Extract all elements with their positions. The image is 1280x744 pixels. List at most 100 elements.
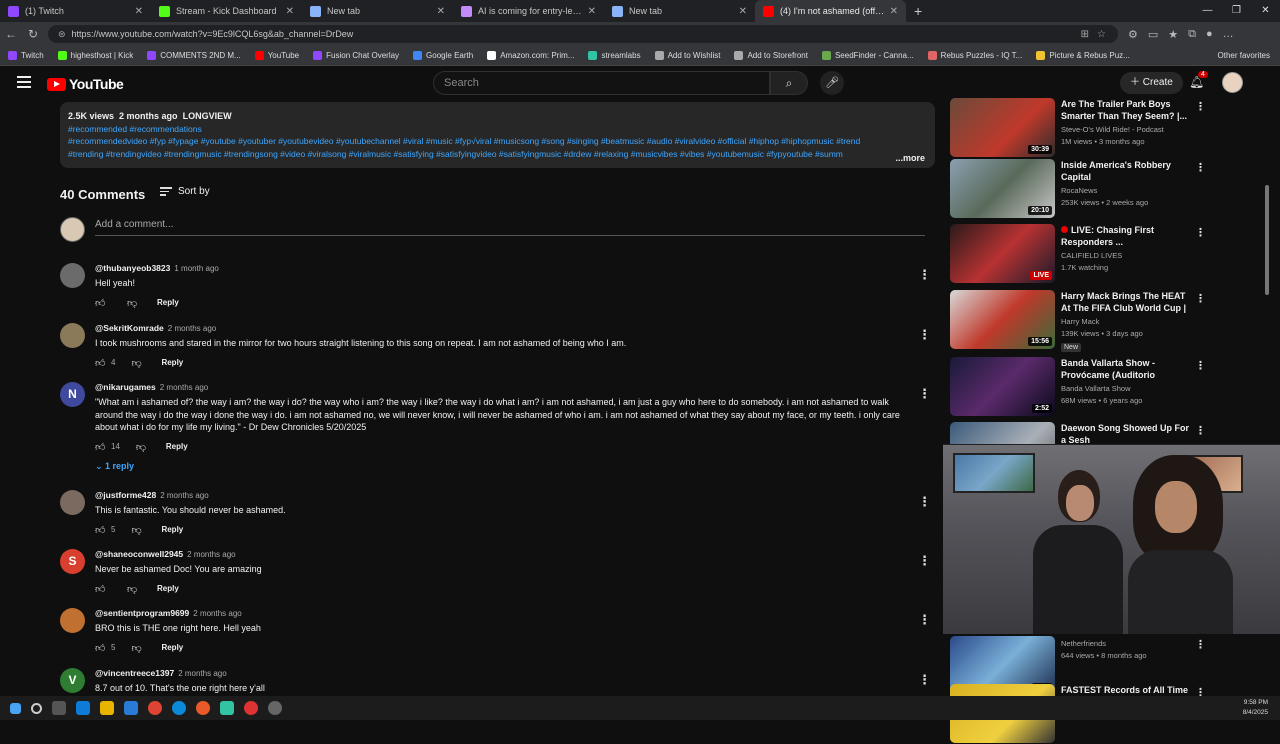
video-title[interactable]: Are The Trailer Park Boys Smarter Than T… [1061, 98, 1191, 122]
video-menu-icon[interactable]: ⋮ [1195, 638, 1206, 651]
apps-icon[interactable]: ⊞ [1081, 29, 1097, 40]
video-menu-icon[interactable]: ⋮ [1195, 226, 1206, 239]
channel-name[interactable]: CALIFIELD LIVES [1061, 251, 1191, 260]
video-title[interactable]: Banda Vallarta Show - Provócame (Auditor… [1061, 357, 1191, 381]
youtube-logo[interactable]: YouTube [47, 76, 124, 92]
video-title[interactable]: LIVE: Chasing First Responders ... [1061, 224, 1191, 248]
task-view-icon[interactable] [52, 701, 66, 715]
browser-tab[interactable]: New tab ✕ [302, 0, 453, 22]
browser-tab[interactable]: Stream - Kick Dashboard ✕ [151, 0, 302, 22]
video-menu-icon[interactable]: ⋮ [1195, 424, 1206, 437]
add-comment-input[interactable]: Add a comment... [95, 219, 925, 236]
reply-button[interactable]: Reply [161, 358, 183, 367]
thumbs-down-icon[interactable]: 👎︎ [136, 441, 150, 453]
microphone-icon[interactable]: 🎤︎ [820, 71, 844, 95]
maximize-icon[interactable]: ❐ [1222, 0, 1251, 22]
comment-menu-icon[interactable]: ⋮ [918, 553, 931, 569]
comment-menu-icon[interactable]: ⋮ [918, 267, 931, 283]
reply-button[interactable]: Reply [157, 298, 179, 307]
browser-menu-icon[interactable]: … [1223, 28, 1234, 41]
channel-name[interactable]: RocaNews [1061, 186, 1191, 195]
commenter-avatar[interactable] [60, 490, 85, 515]
reply-button[interactable]: Reply [161, 643, 183, 652]
channel-name[interactable]: Steve-O's Wild Ride! - Podcast [1061, 125, 1191, 134]
browser-tab[interactable]: (4) I'm not ashamed (official... ✕ [755, 0, 906, 22]
bookmark-item[interactable]: Twitch [8, 51, 44, 60]
browser-tab[interactable]: AI is coming for entry-level jobs... ✕ [453, 0, 604, 22]
create-button[interactable]: ＋ Create [1120, 72, 1183, 94]
video-thumbnail[interactable]: 20:10 [950, 159, 1055, 218]
browser-tab[interactable]: New tab ✕ [604, 0, 755, 22]
commenter-avatar[interactable] [60, 323, 85, 348]
video-description[interactable]: 2.5K views 2 months ago LONGVIEW #recomm… [60, 102, 935, 168]
search-icon[interactable] [31, 702, 42, 714]
thumbs-down-icon[interactable]: 👎︎ [131, 642, 145, 654]
video-menu-icon[interactable]: ⋮ [1195, 100, 1206, 113]
reload-icon[interactable]: ↻ [22, 27, 44, 41]
bookmark-item[interactable]: Picture & Rebus Puz... [1036, 51, 1130, 60]
recommended-video[interactable]: 2:52 Banda Vallarta Show - Provócame (Au… [950, 357, 1210, 417]
hashtag-line-2[interactable]: #recommendedvideo #fyp #fypage #youtube … [68, 135, 927, 148]
file-explorer-icon[interactable] [100, 701, 114, 715]
channel-name[interactable]: Harry Mack [1061, 317, 1191, 326]
commenter-handle[interactable]: @thubanyeob3823 [95, 263, 170, 273]
video-thumbnail[interactable]: 15:56 [950, 290, 1055, 349]
bookmark-item[interactable]: COMMENTS 2ND M... [147, 51, 241, 60]
thumbs-down-icon[interactable]: 👎︎ [127, 583, 141, 595]
thumbs-up-icon[interactable]: 👍︎ [95, 642, 109, 654]
new-tab-button[interactable]: + [906, 3, 930, 19]
comment-menu-icon[interactable]: ⋮ [918, 612, 931, 628]
app-icon[interactable] [244, 701, 258, 715]
search-icon[interactable]: ⌕ [770, 71, 808, 95]
thumbs-up-icon[interactable]: 👍︎ [95, 357, 109, 369]
other-favorites[interactable]: Other favorites [1218, 51, 1270, 60]
video-thumbnail[interactable]: 30:39 [950, 98, 1055, 157]
bookmark-item[interactable]: Google Earth [413, 51, 473, 60]
comment-menu-icon[interactable]: ⋮ [918, 386, 931, 402]
bookmark-item[interactable]: Add to Wishlist [654, 51, 720, 60]
recommended-video[interactable]: 30:39 Are The Trailer Park Boys Smarter … [950, 98, 1210, 158]
scrollbar-thumb[interactable] [1265, 185, 1269, 295]
video-title[interactable]: Harry Mack Brings The HEAT At The FIFA C… [1061, 290, 1191, 314]
show-more-button[interactable]: ...more [891, 152, 925, 165]
commenter-avatar[interactable]: S [60, 549, 85, 574]
comment-time[interactable]: 2 months ago [160, 491, 208, 500]
bookmark-item[interactable]: SeedFinder - Canna... [821, 51, 914, 60]
minimize-icon[interactable]: — [1193, 0, 1222, 22]
hashtag-line-3[interactable]: #trending #trendingvideo #trendingmusic … [68, 148, 927, 161]
bookmark-item[interactable]: YouTube [254, 51, 299, 60]
bookmark-star-icon[interactable]: ☆ [1097, 29, 1114, 40]
commenter-avatar[interactable]: V [60, 668, 85, 693]
hashtag-line-1[interactable]: #recommended #recommendations [68, 123, 927, 136]
commenter-handle[interactable]: @SekritKomrade [95, 323, 164, 333]
comment-time[interactable]: 2 months ago [193, 609, 241, 618]
tab-close-icon[interactable]: ✕ [437, 6, 445, 17]
video-menu-icon[interactable]: ⋮ [1195, 359, 1206, 372]
video-title[interactable]: Inside America's Robbery Capital [1061, 159, 1191, 183]
tab-close-icon[interactable]: ✕ [890, 6, 898, 17]
thumbs-up-icon[interactable]: 👍︎ [95, 441, 109, 453]
comment-time[interactable]: 2 months ago [187, 550, 235, 559]
split-screen-icon[interactable]: ▭ [1148, 28, 1158, 41]
bookmark-item[interactable]: Add to Storefront [734, 51, 808, 60]
start-icon[interactable] [10, 702, 21, 714]
tab-close-icon[interactable]: ✕ [588, 6, 596, 17]
back-icon[interactable]: ← [0, 27, 22, 41]
video-thumbnail[interactable]: LIVE [950, 224, 1055, 283]
thumbs-down-icon[interactable]: 👎︎ [131, 524, 145, 536]
close-icon[interactable]: ✕ [1251, 0, 1280, 22]
comment-time[interactable]: 2 months ago [160, 383, 208, 392]
bookmark-item[interactable]: highesthost | Kick [57, 51, 133, 60]
recommended-video[interactable]: 15:56 Harry Mack Brings The HEAT At The … [950, 290, 1210, 352]
thumbs-up-icon[interactable]: 👍︎ [95, 297, 109, 309]
profile-icon[interactable]: ● [1206, 28, 1213, 41]
comment-menu-icon[interactable]: ⋮ [918, 494, 931, 510]
commenter-avatar[interactable]: N [60, 382, 85, 407]
commenter-handle[interactable]: @vincentreece1397 [95, 668, 174, 678]
commenter-handle[interactable]: @shaneoconwell2945 [95, 549, 183, 559]
bookmark-item[interactable]: Rebus Puzzles - IQ T... [927, 51, 1022, 60]
video-menu-icon[interactable]: ⋮ [1195, 292, 1206, 305]
thumbs-down-icon[interactable]: 👎︎ [131, 357, 145, 369]
comment-menu-icon[interactable]: ⋮ [918, 672, 931, 688]
thumbs-up-icon[interactable]: 👍︎ [95, 524, 109, 536]
